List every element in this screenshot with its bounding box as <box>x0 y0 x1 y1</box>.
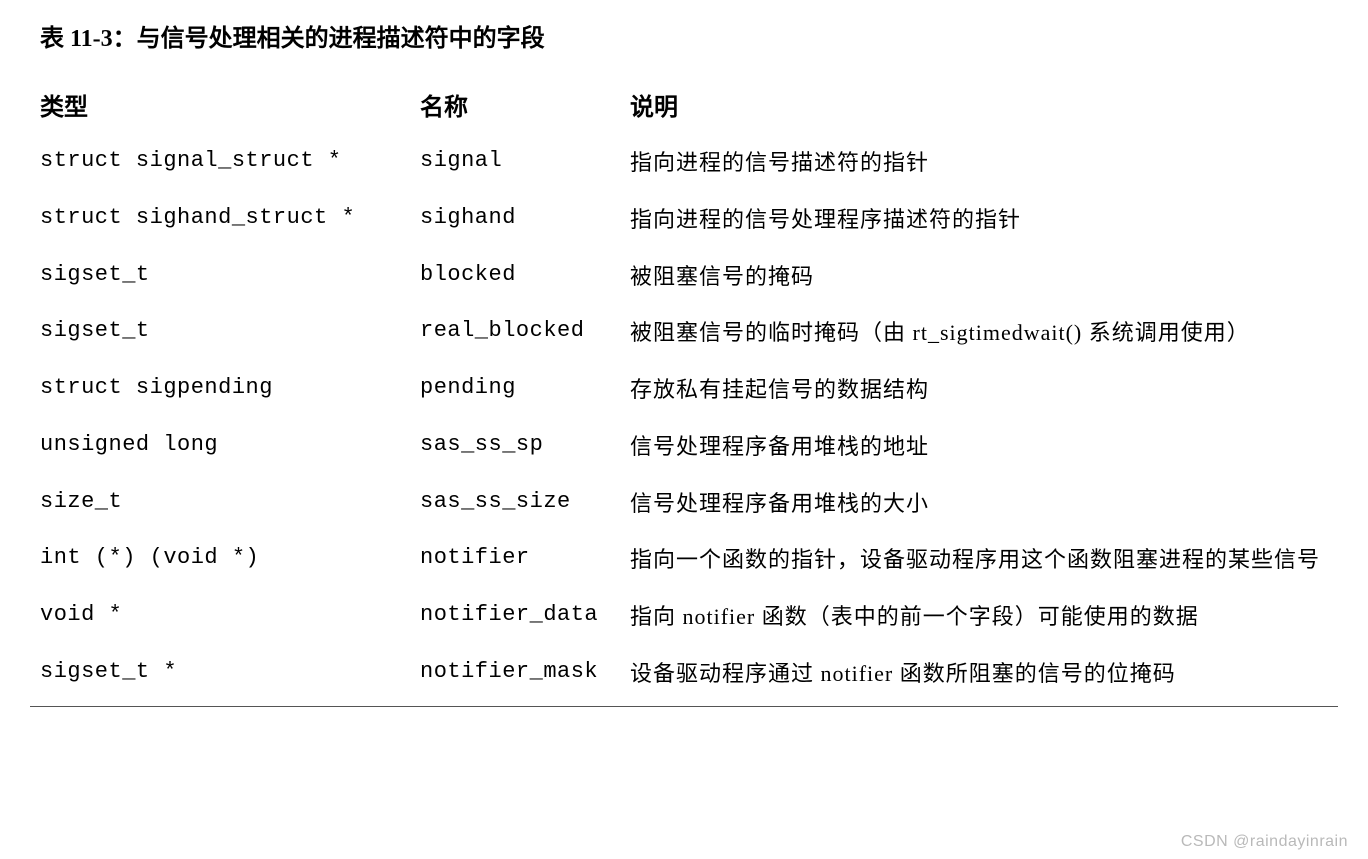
table-row: size_t sas_ss_size 信号处理程序备用堆栈的大小 <box>30 476 1338 533</box>
desc-text: 被阻塞信号的临时掩码（由 rt_sigtimedwait() 系统调用使用） <box>630 320 1250 345</box>
cell-name: sas_ss_size <box>420 476 630 533</box>
watermark: CSDN @raindayinrain <box>1181 833 1348 851</box>
cell-name: notifier_data <box>420 589 630 646</box>
type-text: sigset_t <box>40 262 150 287</box>
cell-desc: 存放私有挂起信号的数据结构 <box>630 362 1338 419</box>
name-text: pending <box>420 375 516 400</box>
header-type: 类型 <box>30 81 420 135</box>
bottom-rule <box>30 706 1338 707</box>
cell-name: sas_ss_sp <box>420 419 630 476</box>
type-text: struct sighand_struct * <box>40 205 355 230</box>
type-text: void * <box>40 602 122 627</box>
table-row: sigset_t * notifier_mask 设备驱动程序通过 notifier… <box>30 646 1338 703</box>
desc-text: 设备驱动程序通过 notifier 函数所阻塞的信号的位掩码 <box>630 661 1176 686</box>
table-body: struct signal_struct * signal 指向进程的信号描述符的指… <box>30 135 1338 702</box>
cell-type: struct sigpending <box>30 362 420 419</box>
type-text: sigset_t <box>40 318 150 343</box>
name-text: signal <box>420 148 502 173</box>
table-row: void * notifier_data 指向 notifier 函数（表中的前一个… <box>30 589 1338 646</box>
cell-desc: 指向一个函数的指针，设备驱动程序用这个函数阻塞进程的某些信号 <box>630 532 1338 589</box>
table-row: unsigned long sas_ss_sp 信号处理程序备用堆栈的地址 <box>30 419 1338 476</box>
name-text: sighand <box>420 205 516 230</box>
table-row: sigset_t real_blocked 被阻塞信号的临时掩码（由 rt_sigt… <box>30 305 1338 362</box>
cell-name: real_blocked <box>420 305 630 362</box>
desc-text: 指向进程的信号处理程序描述符的指针 <box>630 207 1021 232</box>
cell-desc: 被阻塞信号的掩码 <box>630 249 1338 306</box>
name-text: notifier_mask <box>420 659 598 684</box>
name-text: notifier_data <box>420 602 598 627</box>
cell-type: sigset_t <box>30 305 420 362</box>
cell-desc: 被阻塞信号的临时掩码（由 rt_sigtimedwait() 系统调用使用） <box>630 305 1338 362</box>
cell-name: pending <box>420 362 630 419</box>
cell-name: notifier_mask <box>420 646 630 703</box>
table-row: int (*) (void *) notifier 指向一个函数的指针，设备驱动程序… <box>30 532 1338 589</box>
cell-type: unsigned long <box>30 419 420 476</box>
cell-desc: 指向进程的信号处理程序描述符的指针 <box>630 192 1338 249</box>
type-text: unsigned long <box>40 432 218 457</box>
desc-text: 信号处理程序备用堆栈的地址 <box>630 434 929 459</box>
type-text: int (*) (void *) <box>40 545 259 570</box>
type-text: size_t <box>40 489 122 514</box>
cell-name: sighand <box>420 192 630 249</box>
table-header-row: 类型 名称 说明 <box>30 81 1338 135</box>
cell-type: sigset_t <box>30 249 420 306</box>
desc-text: 存放私有挂起信号的数据结构 <box>630 377 929 402</box>
cell-desc: 指向进程的信号描述符的指针 <box>630 135 1338 192</box>
table-row: struct sighand_struct * sighand 指向进程的信号处理程… <box>30 192 1338 249</box>
name-text: notifier <box>420 545 530 570</box>
cell-desc: 设备驱动程序通过 notifier 函数所阻塞的信号的位掩码 <box>630 646 1338 703</box>
cell-name: signal <box>420 135 630 192</box>
cell-desc: 指向 notifier 函数（表中的前一个字段）可能使用的数据 <box>630 589 1338 646</box>
cell-desc: 信号处理程序备用堆栈的大小 <box>630 476 1338 533</box>
table-title: 表 11-3：与信号处理相关的进程描述符中的字段 <box>40 18 1338 53</box>
table-row: sigset_t blocked 被阻塞信号的掩码 <box>30 249 1338 306</box>
desc-text: 被阻塞信号的掩码 <box>630 264 814 289</box>
header-desc: 说明 <box>630 81 1338 135</box>
table-row: struct sigpending pending 存放私有挂起信号的数据结构 <box>30 362 1338 419</box>
type-text: struct sigpending <box>40 375 273 400</box>
cell-type: struct sighand_struct * <box>30 192 420 249</box>
desc-text: 指向 notifier 函数（表中的前一个字段）可能使用的数据 <box>630 604 1199 629</box>
cell-name: notifier <box>420 532 630 589</box>
cell-type: struct signal_struct * <box>30 135 420 192</box>
cell-desc: 信号处理程序备用堆栈的地址 <box>630 419 1338 476</box>
cell-type: int (*) (void *) <box>30 532 420 589</box>
name-text: real_blocked <box>420 318 584 343</box>
name-text: sas_ss_size <box>420 489 571 514</box>
desc-text: 指向一个函数的指针，设备驱动程序用这个函数阻塞进程的某些信号 <box>630 547 1320 572</box>
type-text: sigset_t * <box>40 659 177 684</box>
desc-text: 指向进程的信号描述符的指针 <box>630 150 929 175</box>
fields-table: 类型 名称 说明 struct signal_struct * signal 指向进… <box>30 81 1338 702</box>
table-row: struct signal_struct * signal 指向进程的信号描述符的指… <box>30 135 1338 192</box>
desc-text: 信号处理程序备用堆栈的大小 <box>630 491 929 516</box>
name-text: blocked <box>420 262 516 287</box>
name-text: sas_ss_sp <box>420 432 543 457</box>
cell-type: void * <box>30 589 420 646</box>
cell-type: size_t <box>30 476 420 533</box>
cell-type: sigset_t * <box>30 646 420 703</box>
type-text: struct signal_struct * <box>40 148 341 173</box>
cell-name: blocked <box>420 249 630 306</box>
header-name: 名称 <box>420 81 630 135</box>
